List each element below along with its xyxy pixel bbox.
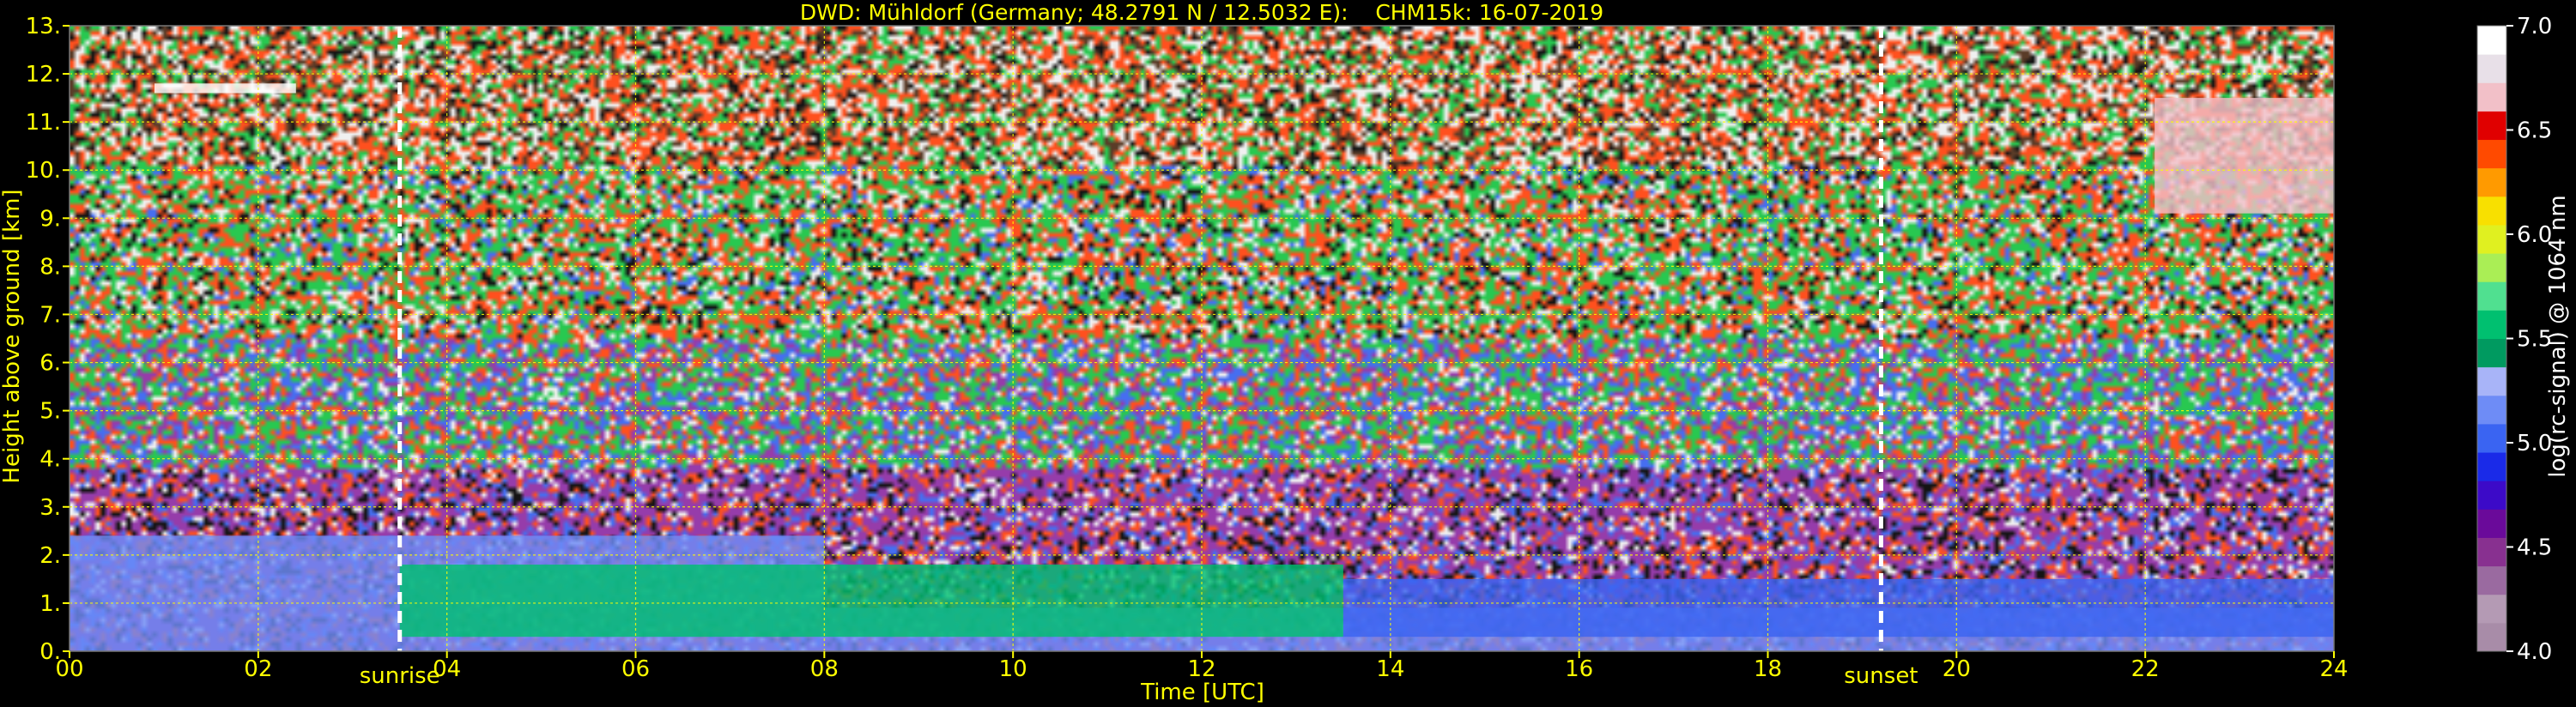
colorbar: [2476, 25, 2507, 652]
y-tick-label-7: 7.: [39, 302, 61, 328]
x-axis-label: Time [UTC]: [1140, 680, 1264, 705]
colorbar-segment-14: [2477, 224, 2506, 254]
colorbar-segment-21: [2477, 26, 2506, 55]
layer-2: [399, 565, 1343, 638]
colorbar-segment-0: [2477, 622, 2506, 652]
y-tick-label-13: 13.: [26, 14, 61, 39]
y-tick-label-2: 2.: [39, 543, 61, 569]
y-tick-label-9: 9.: [39, 206, 61, 232]
y-axis-label: Height above ground [km]: [0, 189, 25, 483]
y-tick-label-5: 5.: [39, 399, 61, 425]
ceilometer-chart: DWD: Mühldorf (Germany; 48.2791 N / 12.5…: [0, 0, 2576, 707]
x-tick-label-0: 00: [55, 656, 83, 682]
colorbar-tick-label-0: 4.0: [2517, 639, 2552, 665]
colorbar-segment-17: [2477, 139, 2506, 169]
colorbar-segment-15: [2477, 196, 2506, 226]
x-tick-label-5: 10: [999, 656, 1027, 682]
colorbar-segment-2: [2477, 565, 2506, 595]
x-tick-label-4: 08: [810, 656, 839, 682]
x-tick-label-8: 16: [1565, 656, 1593, 682]
colorbar-tick-label-1: 4.5: [2517, 535, 2552, 561]
colorbar-segment-3: [2477, 537, 2506, 567]
colorbar-label: log(rc-signal) @ 1064 nm: [2545, 195, 2571, 477]
colorbar-segment-7: [2477, 423, 2506, 453]
x-tick-label-7: 14: [1376, 656, 1404, 682]
colorbar-segment-16: [2477, 167, 2506, 197]
colorbar-segment-18: [2477, 111, 2506, 141]
event-label-sunset: sunset: [1844, 663, 1918, 689]
layer-4: [154, 83, 296, 94]
y-tick-label-12: 12.: [26, 62, 61, 88]
y-tick-label-3: 3.: [39, 495, 61, 521]
x-tick-label-6: 12: [1187, 656, 1215, 682]
x-tick-label-3: 06: [621, 656, 650, 682]
x-tick-label-11: 22: [2131, 656, 2160, 682]
x-tick-label-1: 02: [244, 656, 272, 682]
event-label-sunrise: sunrise: [360, 663, 440, 689]
colorbar-tick-label-6: 7.0: [2517, 14, 2552, 39]
y-tick-label-11: 11.: [26, 110, 61, 136]
colorbar-segment-10: [2477, 338, 2506, 368]
chart-title: DWD: Mühldorf (Germany; 48.2791 N / 12.5…: [800, 0, 1603, 25]
plot-area: [69, 25, 2335, 652]
x-tick-label-9: 18: [1754, 656, 1782, 682]
y-tick-label-6: 6.: [39, 351, 61, 377]
colorbar-segment-5: [2477, 480, 2506, 510]
colorbar-segment-8: [2477, 395, 2506, 425]
x-tick-label-10: 20: [1943, 656, 1971, 682]
colorbar-tick-label-5: 6.5: [2517, 118, 2552, 144]
colorbar-segment-13: [2477, 253, 2506, 282]
y-tick-label-4: 4.: [39, 447, 61, 473]
colorbar-segment-19: [2477, 82, 2506, 112]
colorbar-segment-1: [2477, 594, 2506, 624]
layer-5: [2155, 98, 2334, 214]
y-tick-label-8: 8.: [39, 254, 61, 280]
colorbar-segment-20: [2477, 54, 2506, 83]
colorbar-segment-11: [2477, 310, 2506, 339]
layer-3: [1343, 578, 2334, 638]
colorbar-segment-12: [2477, 281, 2506, 311]
colorbar-segment-6: [2477, 452, 2506, 481]
colorbar-segment-4: [2477, 509, 2506, 538]
colorbar-segment-9: [2477, 366, 2506, 396]
y-tick-label-1: 1.: [39, 591, 61, 617]
x-tick-label-12: 24: [2319, 656, 2348, 682]
y-tick-label-10: 10.: [26, 158, 61, 184]
